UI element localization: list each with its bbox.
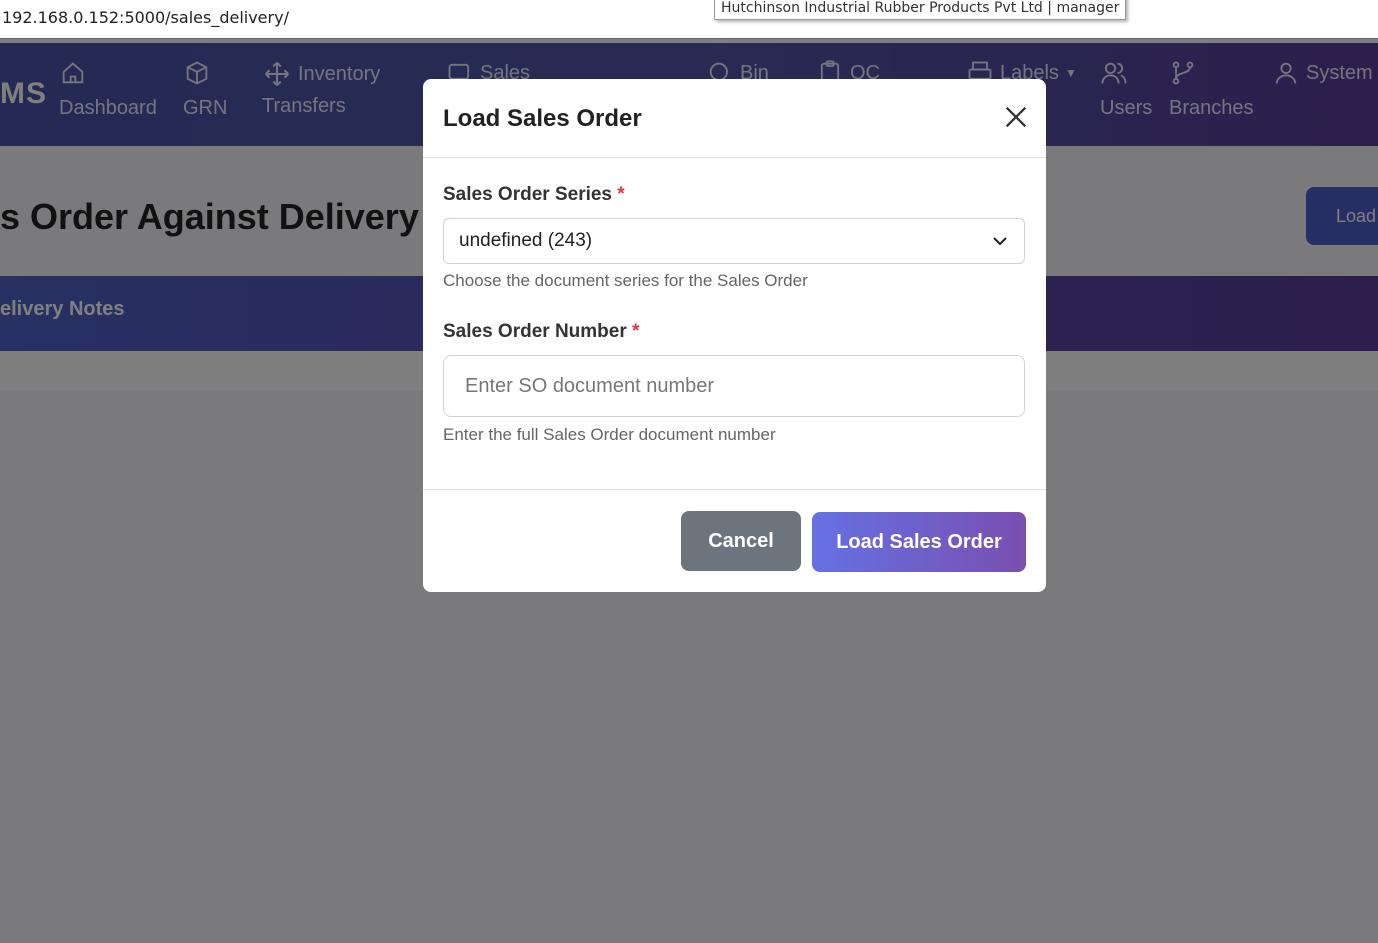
number-help-text: Enter the full Sales Order document numb… (443, 425, 776, 444)
load-sales-order-button[interactable]: Load Sales Order (812, 512, 1026, 572)
modal-title: Load Sales Order (443, 105, 642, 132)
close-icon[interactable] (1002, 103, 1030, 131)
browser-address-bar[interactable]: 192.168.0.152:5000/sales_delivery/ (0, 0, 1378, 39)
modal-footer: Cancel Load Sales Order (423, 489, 1046, 592)
modal-body: Sales Order Series * undefined (243) Cho… (423, 158, 1046, 490)
required-mark: * (632, 321, 640, 342)
series-label: Sales Order Series * (443, 184, 625, 206)
so-number-input[interactable]: Enter SO document number (443, 355, 1025, 417)
series-label-text: Sales Order Series (443, 184, 612, 205)
cancel-button[interactable]: Cancel (681, 511, 801, 571)
required-mark: * (617, 184, 625, 205)
number-label-text: Sales Order Number (443, 321, 627, 342)
number-label: Sales Order Number * (443, 321, 639, 343)
series-select-value: undefined (243) (459, 230, 593, 251)
load-sales-order-modal: Load Sales Order Sales Order Series * un… (423, 79, 1046, 592)
chevron-down-icon (993, 237, 1007, 246)
modal-header: Load Sales Order (423, 79, 1046, 158)
user-tooltip: Hutchinson Industrial Rubber Products Pv… (714, 0, 1127, 20)
series-select[interactable]: undefined (243) (443, 218, 1025, 264)
url-text[interactable]: 192.168.0.152:5000/sales_delivery/ (2, 8, 289, 27)
series-help-text: Choose the document series for the Sales… (443, 271, 808, 290)
